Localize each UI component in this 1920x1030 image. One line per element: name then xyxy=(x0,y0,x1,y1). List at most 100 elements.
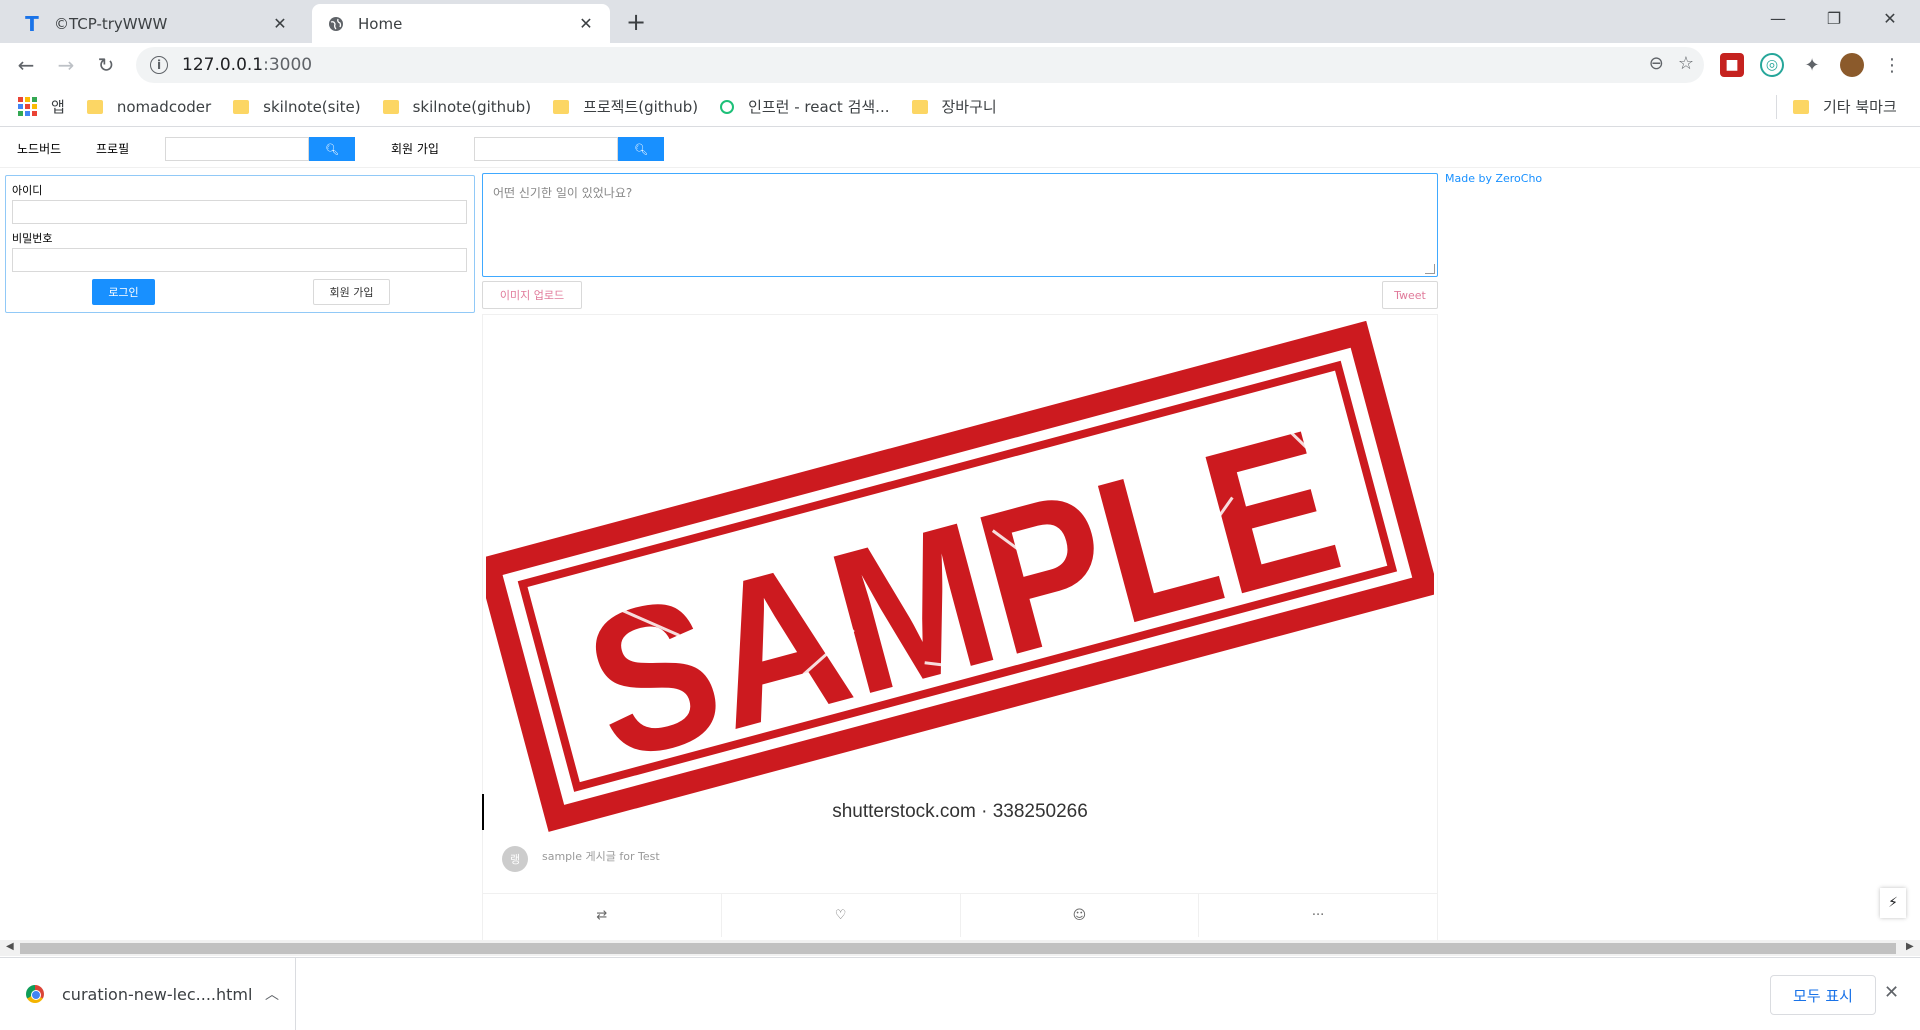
show-all-button[interactable]: 모두 표시 xyxy=(1770,975,1876,1015)
menu-profile[interactable]: 프로필 xyxy=(96,140,129,157)
horizontal-scrollbar[interactable]: ◀ ▶ xyxy=(0,940,1920,956)
folder-icon xyxy=(382,99,399,114)
web-page: 노드버드 프로필 🔍︎ 회원 가입 🔍︎ 아이디 비밀번호 로그인 회원 가입 … xyxy=(0,128,1920,940)
bookmark-label: 앱 xyxy=(51,98,65,116)
site-info-icon[interactable]: i xyxy=(150,56,168,74)
download-bar: curation-new-lec....html ︿ 모두 표시 ✕ xyxy=(0,957,1920,1030)
download-item[interactable]: curation-new-lec....html ︿ xyxy=(0,958,296,1030)
search-icon: 🔍︎ xyxy=(634,142,648,156)
scroll-right-icon[interactable]: ▶ xyxy=(1906,941,1914,952)
folder-icon xyxy=(233,99,250,114)
back-icon[interactable]: ← xyxy=(10,49,42,81)
bookmark-cart[interactable]: 장바구니 xyxy=(911,96,997,117)
login-button[interactable]: 로그인 xyxy=(92,279,155,305)
scrollbar-thumb[interactable] xyxy=(20,943,1896,954)
retweet-button[interactable]: ⇄ xyxy=(483,894,722,937)
folder-icon xyxy=(86,99,103,114)
menu-signup[interactable]: 회원 가입 xyxy=(391,140,439,157)
folder-icon xyxy=(911,99,928,114)
inflearn-icon xyxy=(720,99,735,114)
tcp-favicon: T xyxy=(25,11,39,36)
menu-nodebird[interactable]: 노드버드 xyxy=(17,140,61,157)
post-image[interactable]: SAMPLE xyxy=(486,321,1434,851)
post-text: sample 게시글 for Test xyxy=(542,850,660,863)
image-upload-button[interactable]: 이미지 업로드 xyxy=(482,281,582,309)
bookmark-label: 인프런 - react 검색... xyxy=(748,98,890,116)
bookmark-label: 장바구니 xyxy=(941,98,997,116)
top-menu: 노드버드 프로필 🔍︎ 회원 가입 🔍︎ xyxy=(0,128,1920,168)
apps-icon xyxy=(18,97,37,116)
chevron-up-icon[interactable]: ︿ xyxy=(265,984,295,1004)
folder-icon xyxy=(1793,99,1809,114)
bookmark-label: nomadcoder xyxy=(116,97,212,116)
comment-button[interactable]: ☺ xyxy=(961,894,1200,937)
folder-icon xyxy=(553,99,570,114)
bookmark-nomadcoder[interactable]: nomadcoder xyxy=(86,97,212,116)
close-tab-icon[interactable]: ✕ xyxy=(576,14,596,34)
post-meta: 랭 sample 게시글 for Test xyxy=(502,846,660,872)
like-button[interactable]: ♡ xyxy=(722,894,961,937)
forward-icon[interactable]: → xyxy=(50,49,82,81)
image-caption: shutterstock.com · 338250266 xyxy=(832,801,1088,822)
tab-title: ©TCP-tryWWW xyxy=(54,14,168,33)
bookmark-label: 프로젝트(github) xyxy=(583,98,699,116)
chrome-icon xyxy=(26,985,44,1003)
post-placeholder: 어떤 신기한 일이 있었나요? xyxy=(493,186,633,200)
extensions-puzzle-icon[interactable]: ✦ xyxy=(1800,53,1824,77)
search-icon: 🔍︎ xyxy=(325,142,339,156)
tweet-button[interactable]: Tweet xyxy=(1382,281,1438,309)
tab-tcp[interactable]: T ©TCP-tryWWW ✕ xyxy=(8,4,304,43)
bookmarks-bar: 앱 nomadcoder skilnote(site) skilnote(git… xyxy=(0,87,1920,127)
minimize-icon[interactable]: — xyxy=(1750,0,1806,36)
bookmark-label: skilnote(site) xyxy=(263,97,361,116)
message-icon: ☺ xyxy=(1072,908,1087,923)
search-input[interactable] xyxy=(474,137,618,161)
more-button[interactable]: ··· xyxy=(1199,894,1437,937)
bookmark-project-github[interactable]: 프로젝트(github) xyxy=(553,96,698,117)
reload-icon[interactable]: ↻ xyxy=(90,49,122,81)
bookmark-skilnote-github[interactable]: skilnote(github) xyxy=(382,97,532,116)
bookmark-skilnote-site[interactable]: skilnote(site) xyxy=(233,97,361,116)
search-button[interactable]: 🔍︎ xyxy=(309,137,355,161)
bookmark-apps[interactable]: 앱 xyxy=(18,96,65,117)
menu-search: 🔍︎ xyxy=(165,137,355,161)
retweet-icon: ⇄ xyxy=(596,908,608,923)
address-bar[interactable]: i 127.0.0.1:3000 ⊖ ☆ xyxy=(136,47,1704,83)
signup-button[interactable]: 회원 가입 xyxy=(313,279,390,305)
login-form: 아이디 비밀번호 로그인 회원 가입 xyxy=(5,175,475,313)
resize-grip-icon[interactable] xyxy=(1425,264,1435,274)
post-textarea[interactable]: 어떤 신기한 일이 있었나요? xyxy=(482,173,1438,277)
password-input[interactable] xyxy=(12,248,467,272)
made-by-link[interactable]: Made by ZeroCho xyxy=(1445,172,1542,185)
zoom-icon[interactable]: ⊖ xyxy=(1649,53,1664,74)
ellipsis-icon: ··· xyxy=(1311,908,1325,923)
menu-kebab-icon[interactable]: ⋮ xyxy=(1880,53,1904,77)
tab-home[interactable]: Home ✕ xyxy=(312,4,610,43)
scroll-left-icon[interactable]: ◀ xyxy=(6,941,14,952)
tab-title: Home xyxy=(358,14,403,33)
bookmark-inflearn[interactable]: 인프런 - react 검색... xyxy=(720,96,890,117)
password-label: 비밀번호 xyxy=(12,232,53,245)
browser-toolbar: ← → ↻ i 127.0.0.1:3000 ⊖ ☆ ■ ◎ ✦ ⋮ xyxy=(0,43,1920,87)
close-tab-icon[interactable]: ✕ xyxy=(270,14,290,34)
profile-avatar[interactable] xyxy=(1840,53,1864,77)
extension-red-icon[interactable]: ■ xyxy=(1720,53,1744,77)
restore-icon[interactable]: ❐ xyxy=(1806,0,1862,36)
id-label: 아이디 xyxy=(12,184,43,197)
search-button[interactable]: 🔍︎ xyxy=(618,137,664,161)
extension-circle-icon[interactable]: ◎ xyxy=(1760,53,1784,77)
star-icon[interactable]: ☆ xyxy=(1678,53,1694,74)
bookmark-label: skilnote(github) xyxy=(412,97,532,116)
download-filename: curation-new-lec....html xyxy=(62,984,253,1004)
globe-icon xyxy=(326,14,346,34)
search-input[interactable] xyxy=(165,137,309,161)
avatar[interactable]: 랭 xyxy=(502,846,528,872)
close-download-bar-icon[interactable]: ✕ xyxy=(1884,982,1899,1003)
url-port: :3000 xyxy=(263,55,313,75)
menu-search-2: 🔍︎ xyxy=(474,137,664,161)
close-window-icon[interactable]: ✕ xyxy=(1862,0,1918,36)
id-input[interactable] xyxy=(12,200,467,224)
new-tab-button[interactable]: + xyxy=(620,6,652,38)
lightning-icon[interactable]: ⚡︎ xyxy=(1880,888,1906,918)
bookmark-other[interactable]: 기타 북마크 xyxy=(1776,94,1897,119)
